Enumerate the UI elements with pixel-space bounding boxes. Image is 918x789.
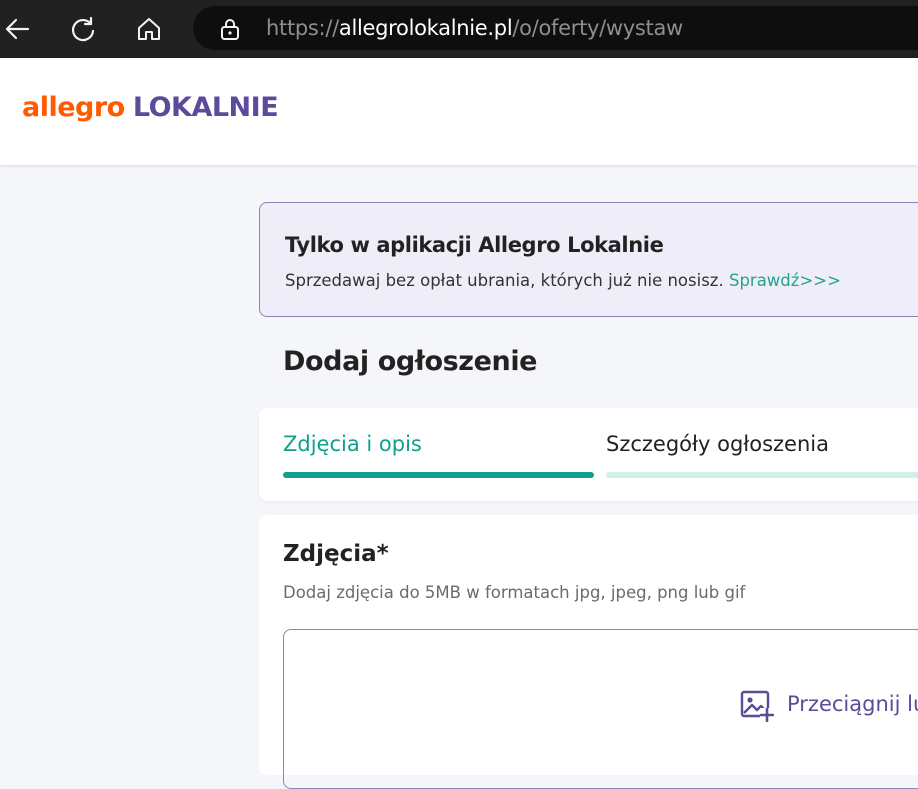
logo-allegro-text: allegro xyxy=(22,92,125,123)
home-icon xyxy=(138,18,160,40)
dropzone-text: Przeciągnij lub xyxy=(787,692,918,716)
url-prefix: https:// xyxy=(266,16,339,40)
reload-icon xyxy=(71,16,95,42)
site-header: allegro LOKALNIE xyxy=(0,58,918,165)
address-bar[interactable]: https://allegrolokalnie.pl/o/oferty/wyst… xyxy=(193,6,918,50)
browser-toolbar: https://allegrolokalnie.pl/o/oferty/wyst… xyxy=(0,0,918,58)
back-arrow-icon xyxy=(5,18,30,40)
back-button[interactable] xyxy=(2,14,32,44)
page-title: Dodaj ogłoszenie xyxy=(283,346,538,377)
photos-title: Zdjęcia* xyxy=(283,541,389,567)
photos-hint: Dodaj zdjęcia do 5MB w formatach jpg, jp… xyxy=(283,583,746,602)
step-1-progress-bar xyxy=(283,472,594,478)
add-image-icon xyxy=(740,690,774,722)
step-listing-details[interactable]: Szczegóły ogłoszenia xyxy=(606,432,829,456)
url-host: allegrolokalnie.pl xyxy=(338,16,513,40)
photo-dropzone[interactable]: Przeciągnij lub xyxy=(283,629,918,789)
promo-title: Tylko w aplikacji Allegro Lokalnie xyxy=(285,233,664,257)
promo-text: Sprzedawaj bez opłat ubrania, których ju… xyxy=(285,271,841,290)
steps-card: Zdjęcia i opis Szczegóły ogłoszenia xyxy=(259,408,918,501)
step-2-progress-bar xyxy=(606,472,918,478)
promo-banner: Tylko w aplikacji Allegro Lokalnie Sprze… xyxy=(259,202,918,317)
home-button[interactable] xyxy=(134,14,164,44)
promo-description: Sprzedawaj bez opłat ubrania, których ju… xyxy=(285,271,724,290)
logo-lokalnie-text: LOKALNIE xyxy=(132,92,279,123)
lock-icon xyxy=(221,19,239,40)
allegro-lokalnie-logo[interactable]: allegro LOKALNIE xyxy=(22,92,279,123)
url-text: https://allegrolokalnie.pl/o/oferty/wyst… xyxy=(266,16,683,40)
photos-card: Zdjęcia* Dodaj zdjęcia do 5MB w formatac… xyxy=(259,515,918,789)
reload-button[interactable] xyxy=(68,14,98,44)
url-path: /o/oferty/wystaw xyxy=(512,16,683,40)
step-photos-description[interactable]: Zdjęcia i opis xyxy=(283,432,422,456)
promo-check-link[interactable]: Sprawdź>>> xyxy=(729,271,841,290)
